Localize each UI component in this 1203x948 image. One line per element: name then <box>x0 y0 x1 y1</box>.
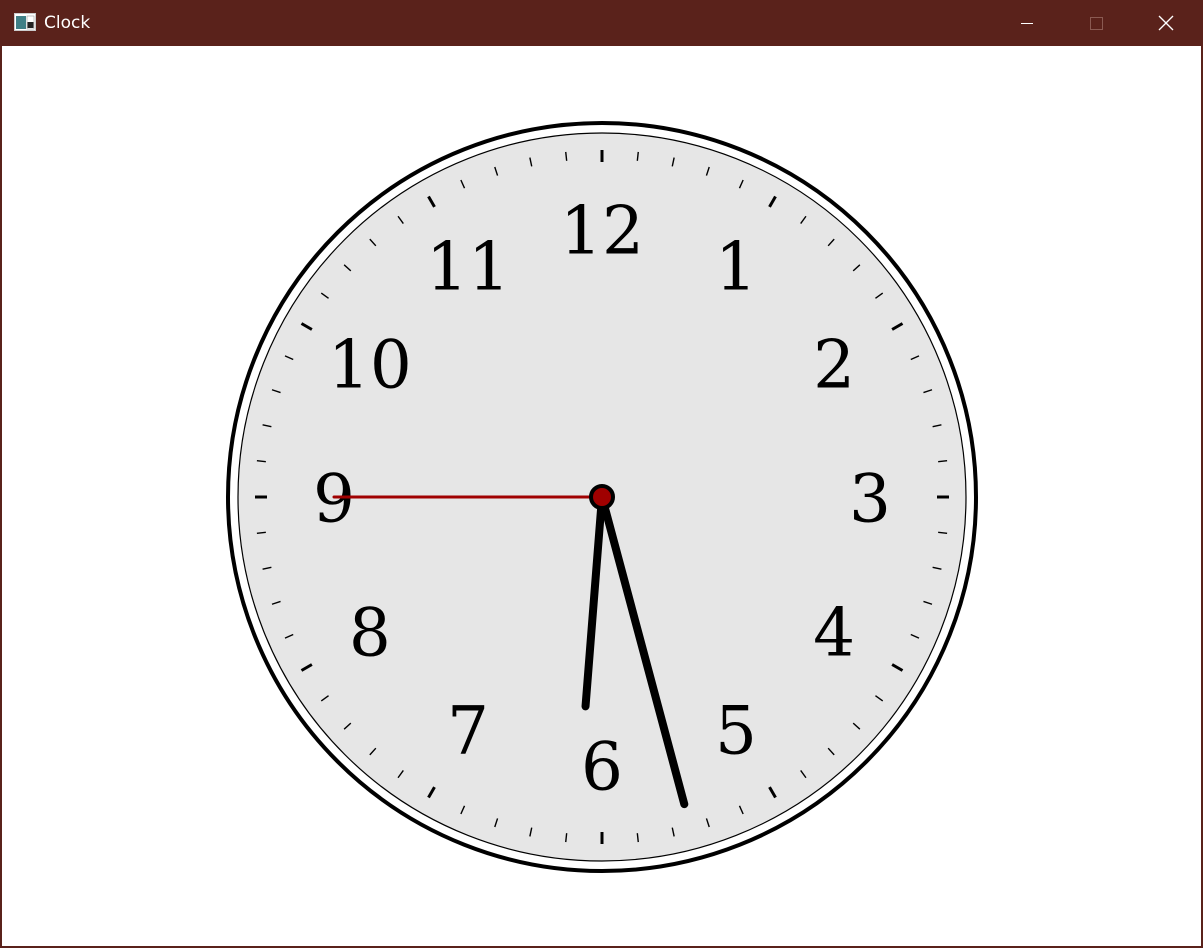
numeral: 4 <box>813 595 855 672</box>
title-bar[interactable]: Clock <box>0 0 1203 46</box>
clock-app-icon <box>14 13 36 31</box>
minor-tick <box>636 833 639 843</box>
maximize-icon <box>1090 17 1103 30</box>
numeral: 2 <box>813 327 855 404</box>
numeral: 10 <box>328 327 412 404</box>
minor-tick <box>938 460 948 463</box>
numeral: 1 <box>715 228 757 305</box>
minor-tick <box>938 531 948 534</box>
analog-clock: 12 1 2 3 4 5 6 7 8 9 10 11 <box>226 121 978 873</box>
numeral: 9 <box>313 461 355 538</box>
minimize-icon <box>1021 23 1033 24</box>
numeral: 3 <box>849 461 891 538</box>
numeral: 7 <box>447 693 489 770</box>
clock-client-area: 12 1 2 3 4 5 6 7 8 9 10 11 <box>2 46 1201 946</box>
minor-tick <box>565 151 568 161</box>
numeral: 6 <box>581 729 623 806</box>
numeral: 11 <box>426 228 510 305</box>
close-icon <box>1158 15 1174 31</box>
clock-window: Clock 12 1 2 3 4 5 6 7 8 9 10 11 <box>0 0 1203 948</box>
minimize-button[interactable] <box>993 0 1061 46</box>
window-title: Clock <box>44 13 91 33</box>
minor-tick <box>256 460 266 463</box>
minor-tick <box>565 833 568 843</box>
maximize-button[interactable] <box>1062 0 1130 46</box>
close-button[interactable] <box>1132 0 1200 46</box>
numeral: 8 <box>349 595 391 672</box>
center-hub <box>589 484 615 510</box>
numeral: 12 <box>560 193 644 270</box>
numeral: 5 <box>715 693 757 770</box>
minor-tick <box>636 151 639 161</box>
minor-tick <box>256 531 266 534</box>
